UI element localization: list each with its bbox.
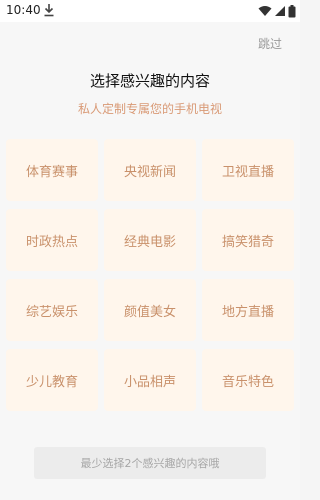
category-tile[interactable]: 经典电影 [104,209,196,271]
status-time: 10:40 [6,3,41,17]
category-tile[interactable]: 综艺娱乐 [6,279,98,341]
wifi-icon [258,6,272,16]
category-tile[interactable]: 少儿教育 [6,349,98,411]
category-tile[interactable]: 地方直播 [202,279,294,341]
cellular-signal-icon [275,6,285,16]
category-tile[interactable]: 时政热点 [6,209,98,271]
confirm-button[interactable]: 最少选择2个感兴趣的内容哦 [34,447,266,479]
page-title: 选择感兴趣的内容 [89,72,210,90]
category-tile[interactable]: 音乐特色 [202,349,294,411]
battery-icon [288,4,296,17]
download-icon [44,4,54,17]
interest-selection-page: 跳过 选择感兴趣的内容 私人定制专属您的手机电视 体育赛事 央视新闻 卫视直播 … [0,22,300,500]
category-tile[interactable]: 卫视直播 [202,139,294,201]
status-icons [258,4,296,18]
category-tile[interactable]: 央视新闻 [104,139,196,201]
category-tile[interactable]: 体育赛事 [6,139,98,201]
page-subtitle: 私人定制专属您的手机电视 [77,102,222,116]
category-grid: 体育赛事 央视新闻 卫视直播 时政热点 经典电影 搞笑猎奇 综艺娱乐 颜值美女 … [6,139,294,411]
category-tile[interactable]: 搞笑猎奇 [202,209,294,271]
category-tile[interactable]: 小品相声 [104,349,196,411]
skip-button[interactable]: 跳过 [258,35,282,52]
category-tile[interactable]: 颜值美女 [104,279,196,341]
status-bar: 10:40 [0,0,300,22]
